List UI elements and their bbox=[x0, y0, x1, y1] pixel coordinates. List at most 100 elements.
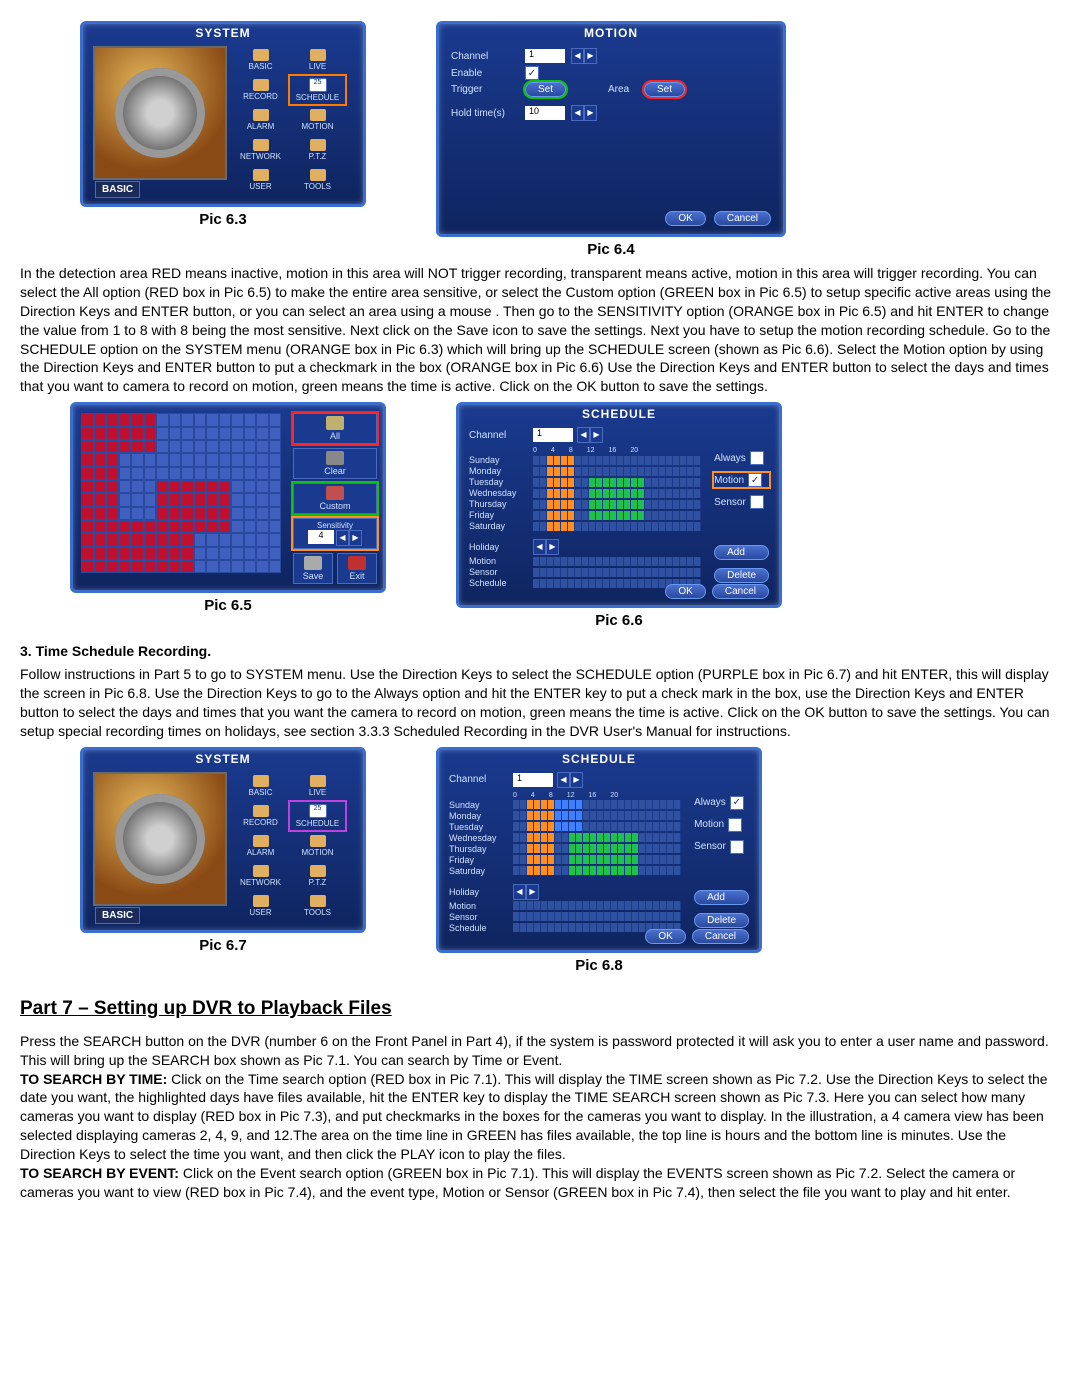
ok-button[interactable]: OK bbox=[645, 929, 685, 944]
timeline-saturday[interactable] bbox=[513, 866, 681, 875]
motion-checkbox[interactable] bbox=[728, 818, 742, 832]
all-option[interactable]: All bbox=[293, 413, 377, 444]
channel-label: Channel bbox=[449, 774, 509, 785]
menu-basic[interactable]: BASIC bbox=[233, 46, 288, 74]
sensitivity-option[interactable]: Sensitivity 4 ◀▶ bbox=[293, 518, 377, 549]
caption-6-8: Pic 6.8 bbox=[575, 957, 623, 974]
ok-button[interactable]: OK bbox=[665, 211, 705, 226]
paragraph-3: Press the SEARCH button on the DVR (numb… bbox=[20, 1032, 1060, 1202]
panel-title: SYSTEM bbox=[83, 26, 363, 40]
menu-motion[interactable]: MOTION bbox=[290, 832, 345, 860]
delete-button[interactable]: Delete bbox=[694, 913, 749, 928]
cancel-button[interactable]: Cancel bbox=[714, 211, 771, 226]
menu-tools[interactable]: TOOLS bbox=[290, 166, 345, 194]
system-panel-6-7: SYSTEM BASIC BASIC LIVE RECORD 25SCHEDUL… bbox=[80, 747, 366, 933]
holdtime-value[interactable]: 10 bbox=[525, 106, 565, 120]
section-3-title: 3. Time Schedule Recording. bbox=[20, 643, 1060, 659]
schedule-panel-6-6: SCHEDULE Channel 1 ◀▶ 0 4 8 12 16 20 Sun… bbox=[456, 402, 782, 608]
paragraph-1: In the detection area RED means inactive… bbox=[20, 264, 1060, 396]
timeline-friday[interactable] bbox=[533, 511, 701, 520]
gear-area bbox=[93, 772, 227, 906]
save-button[interactable]: Save bbox=[293, 553, 333, 584]
menu-tools[interactable]: TOOLS bbox=[290, 892, 345, 920]
spinner-arrows[interactable]: ◀▶ bbox=[571, 48, 597, 64]
spinner-arrows[interactable]: ◀▶ bbox=[577, 427, 603, 443]
timeline-tuesday[interactable] bbox=[513, 822, 681, 831]
caption-6-6: Pic 6.6 bbox=[595, 612, 643, 629]
gear-icon bbox=[115, 68, 205, 158]
menu-motion[interactable]: MOTION bbox=[290, 106, 345, 134]
custom-option[interactable]: Custom bbox=[293, 483, 377, 514]
sensitivity-value[interactable]: 4 bbox=[308, 530, 334, 544]
menu-user[interactable]: USER bbox=[233, 166, 288, 194]
detection-grid[interactable] bbox=[81, 413, 281, 573]
cancel-button[interactable]: Cancel bbox=[712, 584, 769, 599]
caption-6-5: Pic 6.5 bbox=[204, 597, 252, 614]
caption-6-3: Pic 6.3 bbox=[199, 211, 247, 228]
channel-label: Channel bbox=[451, 51, 519, 62]
schedule-panel-6-8: SCHEDULE Channel 1 ◀▶ 0 4 8 12 16 20 Sun… bbox=[436, 747, 762, 953]
timeline-tuesday[interactable] bbox=[533, 478, 701, 487]
menu-schedule[interactable]: 25SCHEDULE bbox=[290, 802, 345, 830]
spinner-arrows[interactable]: ◀▶ bbox=[571, 105, 597, 121]
panel-title: MOTION bbox=[439, 26, 783, 40]
area-set-button[interactable]: Set bbox=[644, 82, 685, 97]
channel-value[interactable]: 1 bbox=[533, 428, 573, 442]
menu-live[interactable]: LIVE bbox=[290, 772, 345, 800]
sensor-checkbox[interactable] bbox=[750, 495, 764, 509]
clear-option[interactable]: Clear bbox=[293, 448, 377, 479]
detection-panel-6-5: All Clear Custom Sensitivity 4 ◀▶ Save E… bbox=[70, 402, 386, 593]
spinner-arrows[interactable]: ◀▶ bbox=[533, 539, 559, 555]
holdtime-label: Hold time(s) bbox=[451, 108, 519, 119]
menu-basic[interactable]: BASIC bbox=[233, 772, 288, 800]
spinner-arrows[interactable]: ◀▶ bbox=[336, 530, 362, 546]
spinner-arrows[interactable]: ◀▶ bbox=[513, 884, 539, 900]
motion-checkbox[interactable]: ✓ bbox=[748, 473, 762, 487]
enable-label: Enable bbox=[451, 68, 519, 79]
part-7-title: Part 7 – Setting up DVR to Playback File… bbox=[20, 998, 1060, 1020]
system-menu: BASIC LIVE RECORD 25SCHEDULE ALARM MOTIO… bbox=[233, 772, 345, 920]
ok-button[interactable]: OK bbox=[665, 584, 705, 599]
always-checkbox[interactable] bbox=[750, 451, 764, 465]
system-menu: BASIC LIVE RECORD 25SCHEDULE ALARM MOTIO… bbox=[233, 46, 345, 194]
channel-value[interactable]: 1 bbox=[513, 773, 553, 787]
add-button[interactable]: Add bbox=[714, 545, 769, 560]
menu-record[interactable]: RECORD bbox=[233, 76, 288, 104]
menu-live[interactable]: LIVE bbox=[290, 46, 345, 74]
gear-icon bbox=[115, 794, 205, 884]
enable-checkbox[interactable]: ✓ bbox=[525, 66, 539, 80]
menu-record[interactable]: RECORD bbox=[233, 802, 288, 830]
timeline-wednesday[interactable] bbox=[513, 833, 681, 842]
timeline-sunday[interactable] bbox=[513, 800, 681, 809]
menu-alarm[interactable]: ALARM bbox=[233, 106, 288, 134]
panel-title: SCHEDULE bbox=[439, 752, 759, 766]
add-button[interactable]: Add bbox=[694, 890, 749, 905]
panel-title: SCHEDULE bbox=[459, 407, 779, 421]
menu-network[interactable]: NETWORK bbox=[233, 136, 288, 164]
timeline-wednesday[interactable] bbox=[533, 489, 701, 498]
menu-user[interactable]: USER bbox=[233, 892, 288, 920]
menu-alarm[interactable]: ALARM bbox=[233, 832, 288, 860]
timeline-monday[interactable] bbox=[533, 467, 701, 476]
spinner-arrows[interactable]: ◀▶ bbox=[557, 772, 583, 788]
trigger-set-button[interactable]: Set bbox=[525, 82, 566, 97]
channel-label: Channel bbox=[469, 430, 529, 441]
menu-ptz[interactable]: P.T.Z bbox=[290, 862, 345, 890]
channel-value[interactable]: 1 bbox=[525, 49, 565, 63]
sensor-checkbox[interactable] bbox=[730, 840, 744, 854]
exit-button[interactable]: Exit bbox=[337, 553, 377, 584]
timeline-sunday[interactable] bbox=[533, 456, 701, 465]
cancel-button[interactable]: Cancel bbox=[692, 929, 749, 944]
bottom-label: BASIC bbox=[95, 907, 140, 924]
timeline-thursday[interactable] bbox=[513, 844, 681, 853]
delete-button[interactable]: Delete bbox=[714, 568, 769, 583]
timeline-monday[interactable] bbox=[513, 811, 681, 820]
always-checkbox[interactable]: ✓ bbox=[730, 796, 744, 810]
menu-schedule[interactable]: 25SCHEDULE bbox=[290, 76, 345, 104]
timeline-friday[interactable] bbox=[513, 855, 681, 864]
menu-ptz[interactable]: P.T.Z bbox=[290, 136, 345, 164]
paragraph-2: Follow instructions in Part 5 to go to S… bbox=[20, 665, 1060, 741]
timeline-saturday[interactable] bbox=[533, 522, 701, 531]
menu-network[interactable]: NETWORK bbox=[233, 862, 288, 890]
timeline-thursday[interactable] bbox=[533, 500, 701, 509]
